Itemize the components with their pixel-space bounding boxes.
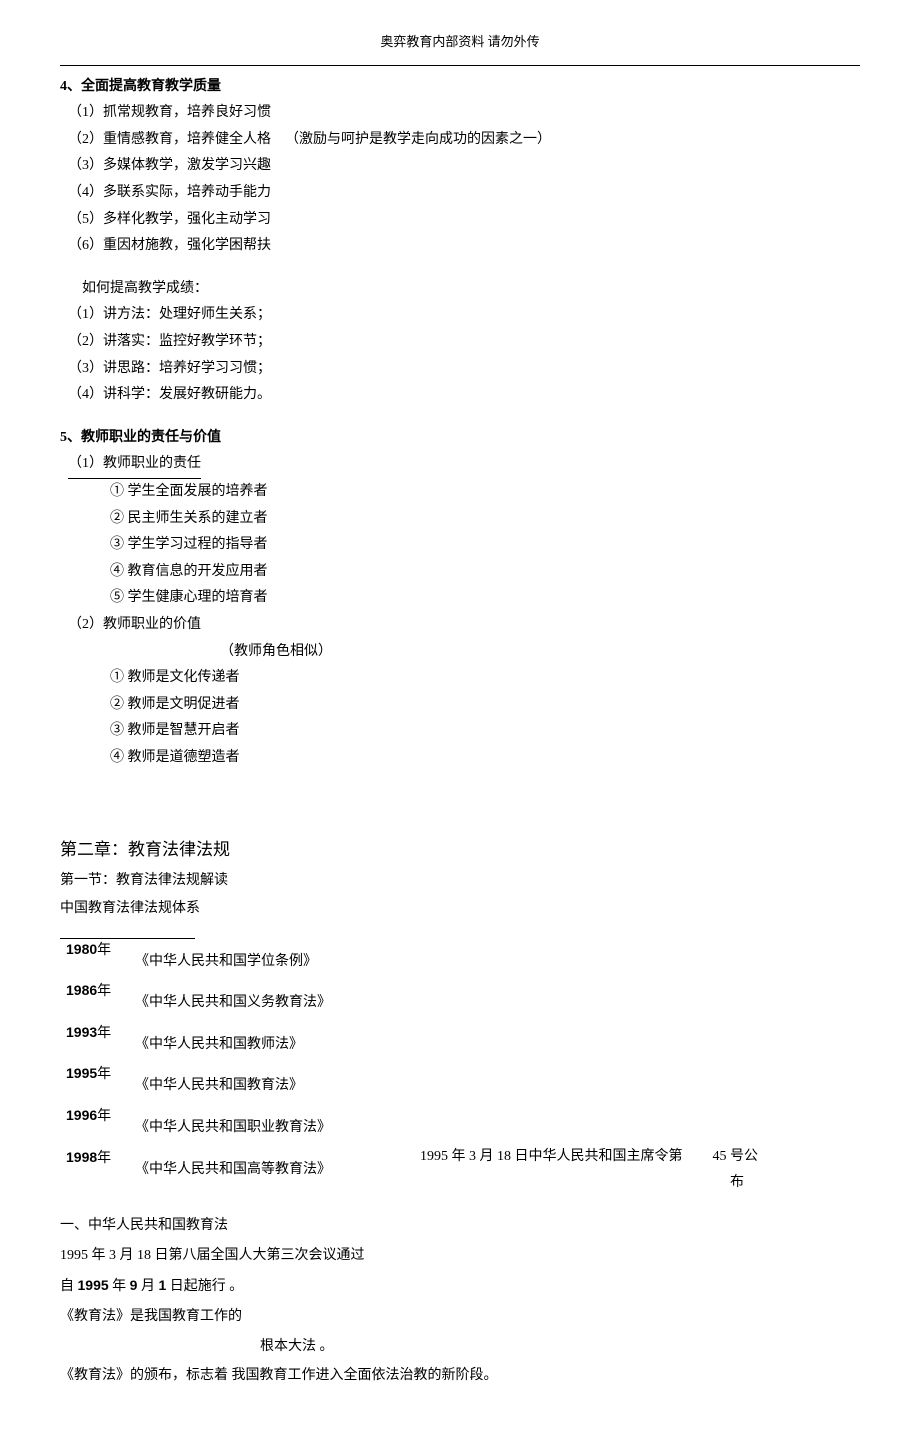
- year-row-1993: 1993年 《中华人民共和国教师法》: [60, 1019, 860, 1059]
- s4-item-3: （3）多媒体教学，激发学习兴趣: [68, 153, 860, 180]
- year-1993: 1993: [66, 1024, 97, 1040]
- s5-r3: ③ 学生学习过程的指导者: [110, 532, 860, 559]
- year-1998: 1998: [66, 1149, 97, 1165]
- year-row-1995: 1995年 《中华人民共和国教育法》: [60, 1060, 860, 1100]
- s4-item-1: （1）抓常规教育，培养良好习惯: [68, 100, 860, 127]
- improve-1: （1）讲方法：处理好师生关系；: [68, 302, 860, 329]
- s5-r1: ① 学生全面发展的培养者: [110, 479, 860, 506]
- year-1996: 1996: [66, 1107, 97, 1123]
- side-num: 45: [713, 1149, 727, 1164]
- s4-item-5: （5）多样化教学，强化主动学习: [68, 207, 860, 234]
- year-1995: 1995: [66, 1065, 97, 1081]
- side-annotation: 1995 年 3 月 18 日中华人民共和国主席令第 45 号公 布: [420, 1144, 820, 1197]
- s5-val-title-row: （2）教师职业的价值: [68, 612, 860, 639]
- improve-4: （4）讲科学：发展好教研能力。: [68, 382, 860, 409]
- sec1-line1: 1995 年 3 月 18 日第八届全国人大第三次会议通过: [60, 1243, 860, 1270]
- s5-r2: ② 民主师生关系的建立者: [110, 506, 860, 533]
- ch2-title: 第二章：教育法律法规: [60, 834, 860, 866]
- ch2-sec1: 第一节：教育法律法规解读: [60, 868, 860, 895]
- s5-val-title: （2）教师职业的价值: [68, 612, 201, 639]
- s4-i2-note: （激励与呵护是教学走向成功的因素之一）: [285, 127, 551, 154]
- law-1986: 《中华人民共和国义务教育法》: [135, 977, 860, 1017]
- improve-section: 如何提高教学成绩： （1）讲方法：处理好师生关系； （2）讲落实：监控好教学环节…: [60, 276, 860, 409]
- improve-3: （3）讲思路：培养好学习习惯；: [68, 356, 860, 383]
- law-1996: 《中华人民共和国职业教育法》: [135, 1102, 860, 1142]
- year-row-1996: 1996年 《中华人民共和国职业教育法》: [60, 1102, 860, 1142]
- s5-v4: ④ 教师是道德塑造者: [110, 745, 860, 772]
- sec1-line3b: 根本大法 。: [260, 1334, 860, 1361]
- top-divider: [60, 65, 860, 66]
- year-row-1980: 1980年 《中华人民共和国学位条例》: [60, 936, 860, 976]
- s4-item-6: （6）重因材施教，强化学困帮扶: [68, 233, 860, 260]
- year-1986: 1986: [66, 982, 97, 998]
- year-list: 1980年 《中华人民共和国学位条例》 1986年 《中华人民共和国义务教育法》…: [60, 936, 860, 1184]
- side-prefix: 1995 年 3 月 18 日中华人民共和国主席令第: [420, 1144, 683, 1171]
- year-1980: 1980: [66, 941, 97, 957]
- s5-title: 5、教师职业的责任与价值: [60, 425, 860, 452]
- s5-v1: ① 教师是文化传递者: [110, 665, 860, 692]
- improve-title: 如何提高教学成绩：: [82, 276, 860, 303]
- s5-r4: ④ 教育信息的开发应用者: [110, 559, 860, 586]
- sec1-title: 一、中华人民共和国教育法: [60, 1213, 860, 1240]
- s5-r5: ⑤ 学生健康心理的培育者: [110, 585, 860, 612]
- side-suffix2: 布: [730, 1170, 820, 1197]
- s4-item-4: （4）多联系实际，培养动手能力: [68, 180, 860, 207]
- s4-item-2: （2）重情感教育，培养健全人格 （激励与呵护是教学走向成功的因素之一）: [68, 127, 860, 154]
- s5-val-note: （教师角色相似）: [220, 639, 860, 666]
- year-row-1986: 1986年 《中华人民共和国义务教育法》: [60, 977, 860, 1017]
- bottom-section: 一、中华人民共和国教育法 1995 年 3 月 18 日第八届全国人大第三次会议…: [60, 1213, 860, 1390]
- s4-i2-text: （2）重情感教育，培养健全人格: [68, 127, 271, 154]
- s5-v3: ③ 教师是智慧开启者: [110, 718, 860, 745]
- law-1995: 《中华人民共和国教育法》: [135, 1060, 860, 1100]
- s5-v2: ② 教师是文明促进者: [110, 692, 860, 719]
- law-1993: 《中华人民共和国教师法》: [135, 1019, 860, 1059]
- section-4: 4、全面提高教育教学质量 （1）抓常规教育，培养良好习惯 （2）重情感教育，培养…: [60, 74, 860, 260]
- sec1-line2: 自 1995 年 9 月 1 日起施行 。: [60, 1272, 860, 1301]
- side-suffix1: 号公: [730, 1149, 758, 1164]
- s5-resp-title: （1）教师职业的责任: [68, 451, 860, 479]
- law-1980: 《中华人民共和国学位条例》: [135, 936, 860, 976]
- s4-title: 4、全面提高教育教学质量: [60, 74, 860, 101]
- ch2-system: 中国教育法律法规体系: [60, 896, 860, 923]
- section-5: 5、教师职业的责任与价值 （1）教师职业的责任 ① 学生全面发展的培养者 ② 民…: [60, 425, 860, 772]
- chapter-2: 第二章：教育法律法规 第一节：教育法律法规解读 中国教育法律法规体系 1980年…: [60, 834, 860, 1184]
- header-note: 奥弈教育内部资料 请勿外传: [60, 30, 860, 55]
- sec1-line4: 《教育法》的颁布，标志着 我国教育工作进入全面依法治教的新阶段。: [60, 1363, 860, 1390]
- improve-2: （2）讲落实：监控好教学环节；: [68, 329, 860, 356]
- sec1-line3: 《教育法》是我国教育工作的: [60, 1304, 860, 1331]
